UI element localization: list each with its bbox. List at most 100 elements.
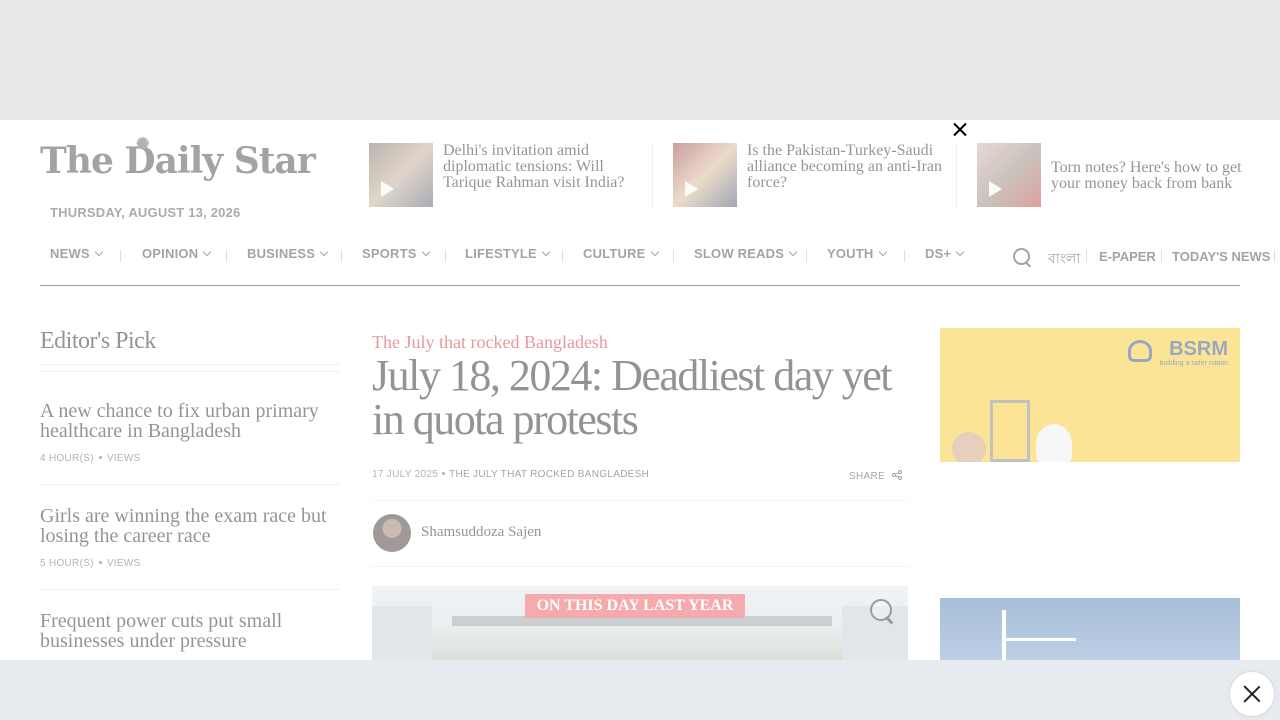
article-date: 17 JULY 2025: [372, 469, 439, 480]
divider: [652, 143, 653, 207]
divider: [956, 143, 957, 207]
item-views: VIEWS: [106, 558, 141, 569]
article-section-link[interactable]: THE JULY THAT ROCKED BANGLADESH: [449, 469, 649, 480]
nav-divider: [1161, 250, 1162, 262]
sidebar-ad[interactable]: [940, 598, 1240, 660]
nav-label: OPINION: [142, 246, 199, 261]
list-item: Girls are winning the exam race but losi…: [40, 506, 340, 569]
author-avatar[interactable]: [373, 514, 411, 552]
current-date: THURSDAY, AUGUST 13, 2026: [50, 205, 241, 220]
article-kicker[interactable]: The July that rocked Bangladesh: [372, 332, 608, 353]
teaser-title[interactable]: Torn notes? Here's how to get your money…: [1051, 160, 1251, 207]
nav-divider: [806, 250, 807, 262]
chevron-down-icon: [956, 247, 965, 257]
item-views: VIEWS: [106, 453, 141, 464]
nav-item-youth[interactable]: YOUTH: [827, 246, 887, 261]
video-teaser[interactable]: Delhi's invitation amid diplomatic tensi…: [369, 143, 643, 207]
author-name[interactable]: Shamsuddoza Sajen: [421, 524, 541, 541]
ad-graphic: [1006, 638, 1076, 641]
nav-label: NEWS: [50, 246, 90, 261]
divider: [40, 589, 340, 590]
zoom-icon[interactable]: [868, 597, 896, 625]
nav-label: DS+: [925, 246, 952, 261]
divider: [372, 566, 908, 567]
nav-item-slow-reads[interactable]: SLOW READS: [694, 246, 798, 261]
ad-person: [1036, 424, 1072, 462]
search-icon[interactable]: [1012, 247, 1032, 267]
play-icon: [989, 181, 1002, 197]
item-time: 5 HOUR(S): [40, 558, 94, 569]
teaser-title[interactable]: Delhi's invitation amid diplomatic tensi…: [443, 143, 643, 207]
nav-label: SLOW READS: [694, 246, 785, 261]
video-teaser[interactable]: Is the Pakistan-Turkey-Saudi alliance be…: [673, 143, 947, 207]
nav-label: CULTURE: [583, 246, 646, 261]
list-item: A new chance to fix urban primary health…: [40, 401, 340, 464]
divider: [40, 371, 340, 372]
bangla-link[interactable]: বাংলা: [1048, 247, 1080, 271]
main-nav: NEWS OPINION BUSINESS SPORTS LIFESTYLE C…: [40, 246, 1280, 268]
nav-item-lifestyle[interactable]: LIFESTYLE: [465, 246, 551, 261]
editors-pick-headline[interactable]: A new chance to fix urban primary health…: [40, 401, 340, 441]
epaper-link[interactable]: E-PAPER: [1099, 249, 1156, 264]
bottom-ad-bar[interactable]: [0, 660, 1280, 720]
nav-label: YOUTH: [827, 246, 874, 261]
editors-pick-title: Editor's Pick: [40, 328, 156, 354]
divider: [372, 500, 908, 501]
item-meta: 4 HOUR(S) VIEWS: [40, 453, 340, 464]
nav-divider: [673, 250, 674, 262]
dot-separator: [442, 472, 446, 475]
nav-item-opinion[interactable]: OPINION: [142, 246, 212, 261]
video-thumbnail[interactable]: [369, 143, 433, 207]
chevron-down-icon: [878, 247, 887, 257]
chevron-down-icon: [650, 247, 659, 257]
ad-tower-graphic: [990, 400, 1030, 462]
nav-item-news[interactable]: NEWS: [50, 246, 104, 261]
hero-building: [372, 606, 432, 666]
editors-pick-headline[interactable]: Girls are winning the exam race but losi…: [40, 506, 340, 546]
teaser-title[interactable]: Is the Pakistan-Turkey-Saudi alliance be…: [747, 143, 947, 207]
ad-person: [952, 432, 986, 462]
nav-divider: [341, 250, 342, 262]
share-icon: [892, 470, 903, 480]
nav-divider: [1086, 250, 1087, 262]
list-item: Frequent power cuts put small businesses…: [40, 611, 340, 651]
nav-item-sports[interactable]: SPORTS: [362, 246, 430, 261]
editors-pick-headline[interactable]: Frequent power cuts put small businesses…: [40, 611, 340, 651]
nav-divider: [1274, 250, 1275, 262]
nav-divider: [562, 250, 563, 262]
dot-separator: [98, 456, 102, 459]
nav-label: SPORTS: [362, 246, 417, 261]
item-time: 4 HOUR(S): [40, 453, 94, 464]
chevron-down-icon: [94, 247, 104, 257]
ad-graphic: [1002, 610, 1006, 660]
nav-divider: [120, 250, 121, 262]
top-ad-banner[interactable]: [0, 0, 1280, 120]
site-logo[interactable]: The Daily Star ✺: [40, 134, 316, 182]
chevron-down-icon: [421, 247, 430, 257]
todays-news-link[interactable]: TODAY'S NEWS: [1172, 249, 1270, 264]
nav-divider: [904, 250, 905, 262]
video-thumbnail[interactable]: [977, 143, 1041, 207]
sidebar-ad[interactable]: BSRM building a safer nation: [940, 328, 1240, 462]
nav-rule: [40, 285, 1240, 286]
nav-item-business[interactable]: BUSINESS: [247, 246, 329, 261]
video-thumbnail[interactable]: [673, 143, 737, 207]
brand-logo-icon: [1128, 340, 1152, 362]
video-teaser[interactable]: Torn notes? Here's how to get your money…: [977, 143, 1251, 207]
nav-item-culture[interactable]: CULTURE: [583, 246, 659, 261]
site-logo-text: The Daily Star: [40, 140, 316, 182]
share-button[interactable]: SHARE: [849, 469, 903, 482]
item-meta: 5 HOUR(S) VIEWS: [40, 558, 340, 569]
nav-divider: [445, 250, 446, 262]
chevron-down-icon: [319, 247, 329, 257]
article-headline: July 18, 2024: Deadliest day yet in quot…: [372, 351, 893, 444]
close-icon[interactable]: [950, 120, 970, 140]
nav-label: LIFESTYLE: [465, 246, 537, 261]
close-icon[interactable]: [1230, 672, 1274, 716]
chevron-down-icon: [541, 247, 551, 257]
divider: [40, 364, 340, 365]
ad-tagline: building a safer nation: [1159, 360, 1229, 367]
divider: [40, 484, 340, 485]
nav-item-ds-plus[interactable]: DS+: [925, 246, 965, 261]
nav-label: BUSINESS: [247, 246, 316, 261]
